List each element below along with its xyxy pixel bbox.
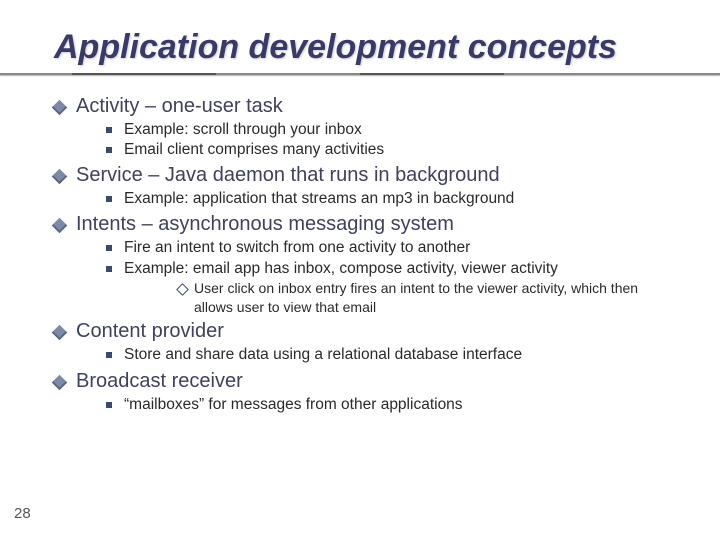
list-item: Service – Java daemon that runs in backg… <box>54 164 680 209</box>
page-number: 28 <box>14 505 31 522</box>
item-label: Service – Java daemon that runs in backg… <box>76 164 500 186</box>
title-underline <box>0 73 720 75</box>
slide: Application development concepts Activit… <box>0 0 720 540</box>
item-label: Example: scroll through your inbox <box>124 121 362 138</box>
list-item: Email client comprises many activities <box>76 140 680 160</box>
list-item: Example: email app has inbox, compose ac… <box>76 259 680 317</box>
item-label: Example: application that streams an mp3… <box>124 190 514 207</box>
list-item: “mailboxes” for messages from other appl… <box>76 395 680 415</box>
list-item: Example: scroll through your inbox <box>76 120 680 140</box>
item-label: User click on inbox entry fires an inten… <box>194 280 638 315</box>
item-label: Store and share data using a relational … <box>124 346 522 363</box>
list-item: Activity – one-user task Example: scroll… <box>54 95 680 160</box>
bullet-list: Activity – one-user task Example: scroll… <box>54 95 680 415</box>
item-label: Content provider <box>76 320 224 342</box>
item-label: Fire an intent to switch from one activi… <box>124 239 470 256</box>
item-label: Email client comprises many activities <box>124 141 384 158</box>
list-item: User click on inbox entry fires an inten… <box>124 279 680 317</box>
list-item: Store and share data using a relational … <box>76 345 680 365</box>
slide-title: Application development concepts <box>54 28 680 67</box>
list-item: Broadcast receiver “mailboxes” for messa… <box>54 370 680 415</box>
list-item: Example: application that streams an mp3… <box>76 189 680 209</box>
item-label: Broadcast receiver <box>76 370 243 392</box>
list-item: Intents – asynchronous messaging system … <box>54 213 680 316</box>
item-label: Example: email app has inbox, compose ac… <box>124 260 558 277</box>
item-label: Intents – asynchronous messaging system <box>76 213 454 235</box>
list-item: Content provider Store and share data us… <box>54 320 680 365</box>
item-label: Activity – one-user task <box>76 95 283 117</box>
item-label: “mailboxes” for messages from other appl… <box>124 396 463 413</box>
list-item: Fire an intent to switch from one activi… <box>76 238 680 258</box>
